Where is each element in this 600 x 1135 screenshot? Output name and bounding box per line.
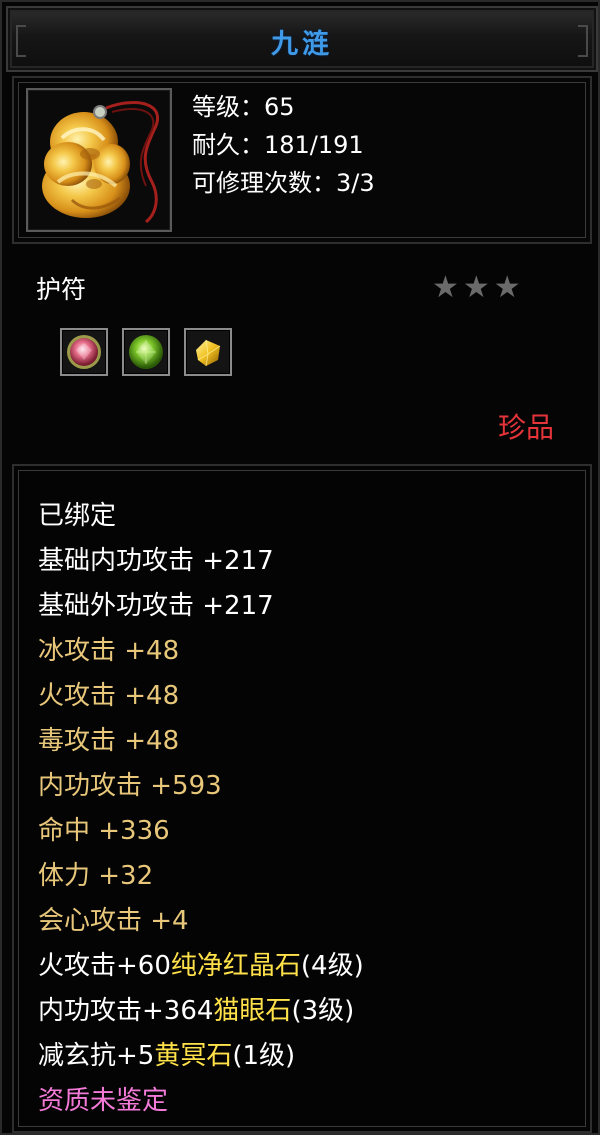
attr-fire-attack: 火攻击 +48: [38, 681, 180, 711]
item-title: 九涟: [271, 29, 333, 60]
rarity-label: 珍品: [497, 411, 554, 444]
attribute-list: 已绑定 基础内功攻击 +217 基础外功攻击 +217 冰攻击 +48 火攻击 …: [38, 494, 364, 1124]
quality-status: 资质未鉴定: [38, 1086, 169, 1116]
attr-base-external-attack: 基础外功攻击 +217: [38, 591, 274, 621]
attr-stamina: 体力 +32: [38, 861, 154, 891]
yellow-crystal-gem-icon: [196, 339, 221, 367]
item-tooltip: 九涟 等级：65 耐久：181/191 可修理次数：3/3 护符 ★★★ 珍品 …: [0, 0, 600, 1135]
pink-round-gem-icon: [67, 335, 101, 369]
durability-text: 耐久：181/191: [192, 131, 364, 159]
attr-base-internal-attack: 基础内功攻击 +217: [38, 546, 274, 576]
gem-bonus-1-level: (4级): [300, 951, 364, 981]
item-info-section: 护符 ★★★ 珍品: [12, 248, 592, 456]
item-icon-box: [26, 88, 172, 232]
gem-slot-1[interactable]: [60, 328, 108, 376]
gem-bonus-1-name: 纯净红晶石: [170, 951, 301, 981]
gem-bonus-3-level: (1级): [232, 1041, 296, 1071]
gem-bonus-3-stat: 减玄抗+5: [38, 1041, 155, 1071]
star-rating: ★★★: [432, 270, 525, 305]
item-type-label: 护符: [36, 275, 87, 304]
bound-status: 已绑定: [38, 501, 117, 531]
repair-count-text: 可修理次数：3/3: [192, 169, 375, 197]
attr-ice-attack: 冰攻击 +48: [38, 636, 180, 666]
gem-bonus-2: 内功攻击+364猫眼石(3级): [38, 989, 364, 1034]
gem-bonus-2-name: 猫眼石: [213, 996, 292, 1026]
attributes-panel: 已绑定 基础内功攻击 +217 基础外功攻击 +217 冰攻击 +48 火攻击 …: [12, 464, 592, 1133]
gem-slot-2[interactable]: [122, 328, 170, 376]
gem-bonus-2-level: (3级): [291, 996, 355, 1026]
level-text: 等级：65: [192, 93, 295, 121]
gem-bonus-3-name: 黄冥石: [154, 1041, 233, 1071]
gem-bonus-1: 火攻击+60纯净红晶石(4级): [38, 944, 364, 989]
attr-critical-attack: 会心攻击 +4: [38, 906, 189, 936]
green-round-gem-icon: [129, 335, 163, 369]
attr-internal-attack: 内功攻击 +593: [38, 771, 222, 801]
header-panel: 等级：65 耐久：181/191 可修理次数：3/3: [12, 76, 592, 244]
amulet-icon: [42, 101, 159, 224]
attr-accuracy: 命中 +336: [38, 816, 170, 846]
gem-bonus-1-stat: 火攻击+60: [38, 951, 171, 981]
title-bar: 九涟: [6, 6, 598, 72]
gem-slot-3[interactable]: [184, 328, 232, 376]
item-stats: 等级：65 耐久：181/191 可修理次数：3/3: [192, 88, 375, 202]
gem-bonus-2-stat: 内功攻击+364: [38, 996, 214, 1026]
gem-bonus-3: 减玄抗+5黄冥石(1级): [38, 1034, 364, 1079]
attr-poison-attack: 毒攻击 +48: [38, 726, 180, 756]
